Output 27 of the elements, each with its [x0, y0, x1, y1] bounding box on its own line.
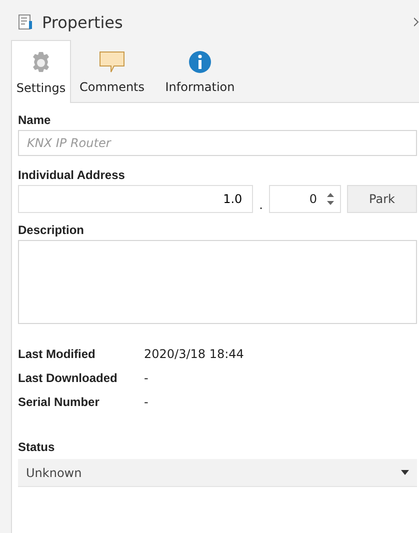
field-label: Individual Address [18, 168, 126, 182]
field-label: Status [18, 440, 56, 454]
caret-icon [401, 470, 409, 475]
separator-dot: . [259, 198, 263, 213]
park-button[interactable]: Park [347, 185, 417, 213]
comment-icon [99, 50, 125, 74]
detail-value: - [144, 395, 148, 409]
tab[interactable]: Information [153, 40, 247, 102]
detail-value: - [144, 371, 148, 385]
chevron-icon[interactable] [414, 17, 419, 27]
field-label: Description [18, 223, 86, 237]
properties-icon [18, 14, 34, 30]
field-label: Name [18, 113, 52, 127]
device-spinner[interactable]: 0 [269, 185, 341, 213]
info-icon [188, 50, 212, 74]
address-field[interactable]: 1.0 [18, 185, 254, 213]
name-field[interactable]: KNX IP Router [18, 130, 417, 156]
detail-label: Serial Number [18, 395, 100, 409]
status-dropdown[interactable]: Unknown [18, 459, 417, 487]
window-title: Properties [42, 12, 124, 32]
detail-label: Last Downloaded [18, 371, 118, 385]
tab[interactable]: Settings [11, 40, 71, 103]
tab[interactable]: Comments [71, 40, 153, 102]
detail-label: Last Modified [18, 347, 96, 361]
description-field[interactable] [18, 240, 417, 324]
spinner-arrows-icon[interactable] [327, 193, 334, 205]
detail-value: 2020/3/18 18:44 [144, 347, 244, 361]
